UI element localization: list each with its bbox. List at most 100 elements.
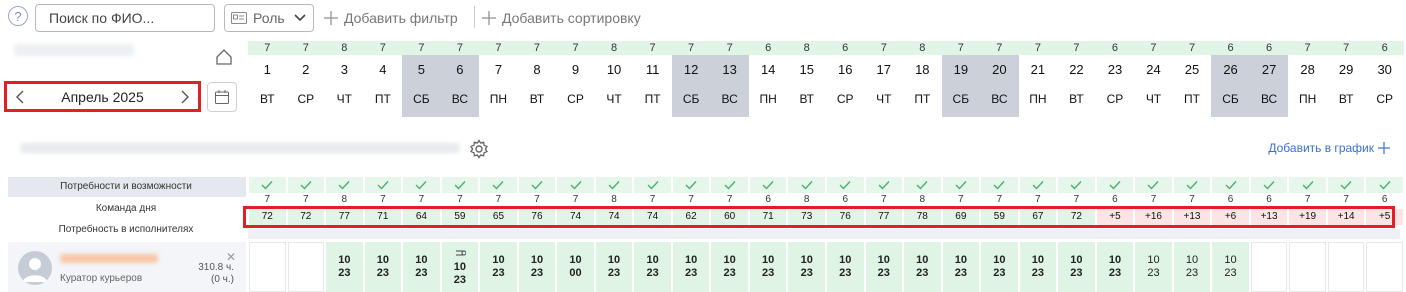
check-icon	[916, 181, 928, 190]
shift-start: 10	[684, 254, 698, 266]
gear-icon[interactable]	[469, 139, 489, 159]
day-column[interactable]: 7 25 ПТ	[1172, 41, 1212, 117]
check-icon	[531, 181, 543, 190]
day-number: 25	[1184, 62, 1200, 77]
check-cell	[480, 177, 517, 193]
shift-cell[interactable]: 10 23	[1019, 242, 1057, 292]
day-column[interactable]: 6 26 СБ	[1211, 41, 1250, 117]
shift-cell[interactable]: 10 23	[364, 242, 402, 292]
shift-cell[interactable]: 10 23	[865, 242, 903, 292]
day-column[interactable]: 7 11 ПТ	[633, 41, 672, 117]
check-icon	[801, 181, 813, 190]
team-count-cell: 7	[572, 194, 579, 205]
day-number: 26	[1211, 55, 1250, 85]
day-column[interactable]: 7 19 СБ	[941, 41, 981, 117]
close-icon[interactable]: ✕	[226, 250, 236, 264]
shift-cell[interactable]: 10 23	[1096, 242, 1134, 292]
shift-cell[interactable]: 10 23	[672, 242, 710, 292]
shift-cell[interactable]: 10 23	[981, 242, 1018, 292]
day-of-week: ВТ	[1338, 92, 1354, 106]
shift-cell[interactable]: 10 23	[1212, 242, 1249, 292]
day-column[interactable]: 7 1 ВТ	[248, 41, 287, 117]
day-column[interactable]: 7 4 ПТ	[363, 41, 403, 117]
day-number: 11	[645, 62, 660, 77]
day-column[interactable]: 7 6 ВС	[440, 41, 480, 117]
day-column[interactable]: 7 12 СБ	[671, 41, 711, 117]
shift-cell[interactable]: 10 23	[1135, 242, 1172, 292]
shift-cell[interactable]: 10 23	[441, 242, 479, 292]
chevron-left-icon[interactable]	[15, 90, 25, 104]
check-row	[248, 177, 1404, 193]
day-of-week: СР	[1376, 92, 1393, 106]
day-column[interactable]: 6 16 СР	[825, 41, 865, 117]
day-column[interactable]: 8 10 ЧТ	[594, 41, 634, 117]
day-number: 22	[1069, 62, 1084, 77]
day-of-week: ПН	[1298, 92, 1317, 106]
shift-cell[interactable]: 10 23	[403, 242, 440, 292]
day-column[interactable]: 7 2 СР	[286, 41, 326, 117]
shift-cell[interactable]	[249, 242, 286, 292]
day-column[interactable]: 7 8 ВТ	[517, 41, 557, 117]
day-column[interactable]: 7 24 ЧТ	[1134, 41, 1173, 117]
add-filter-button[interactable]: Добавить фильтр	[324, 4, 458, 32]
day-column[interactable]: 7 29 ВТ	[1326, 41, 1366, 117]
role-filter-dropdown[interactable]: Роль	[224, 4, 314, 32]
check-icon	[570, 181, 582, 190]
day-of-week: ПТ	[914, 92, 931, 106]
shift-start: 10	[607, 254, 621, 266]
shift-cell[interactable]: 10 23	[711, 242, 748, 292]
day-column[interactable]: 7 20 ВС	[980, 41, 1019, 117]
shift-end: 23	[916, 267, 929, 279]
chevron-right-icon[interactable]	[180, 90, 190, 104]
day-column[interactable]: 6 30 СР	[1365, 41, 1404, 117]
day-column[interactable]: 7 5 СБ	[402, 41, 441, 117]
day-column[interactable]: 7 7 ПН	[479, 41, 518, 117]
shift-cell[interactable]: 10 23	[1173, 242, 1211, 292]
day-column[interactable]: 8 15 ВТ	[787, 41, 826, 117]
day-of-week: ЧТ	[876, 92, 892, 106]
shift-cell[interactable]	[287, 242, 325, 292]
day-column[interactable]: 7 21 ПН	[1018, 41, 1058, 117]
shift-cell[interactable]: 10 23	[904, 242, 941, 292]
day-column[interactable]: 7 9 СР	[556, 41, 595, 117]
search-input[interactable]	[35, 4, 215, 32]
day-column[interactable]: 6 14 ПН	[748, 41, 788, 117]
help-icon[interactable]: ?	[8, 6, 28, 26]
add-sort-button[interactable]: Добавить сортировку	[482, 4, 641, 32]
shift-cell[interactable]: 10 23	[595, 242, 633, 292]
day-column[interactable]: 7 22 ВТ	[1057, 41, 1096, 117]
shift-cell[interactable]: 10 23	[749, 242, 787, 292]
month-switcher: Апрель 2025	[4, 81, 201, 112]
shift-cell[interactable]: 10 23	[634, 242, 671, 292]
shift-cell[interactable]: 10 23	[826, 242, 864, 292]
shift-cell[interactable]: 10 23	[1058, 242, 1095, 292]
check-icon	[1379, 181, 1391, 190]
home-icon[interactable]	[215, 48, 233, 66]
calendar-button[interactable]	[207, 82, 237, 112]
shift-cell[interactable]	[1250, 242, 1288, 292]
shift-cell[interactable]: 10 23	[788, 242, 825, 292]
add-filter-label: Добавить фильтр	[344, 10, 458, 26]
shift-cell[interactable]: 10 00	[557, 242, 594, 292]
day-of-week: ВС	[710, 85, 749, 117]
day-column[interactable]: 6 23 СР	[1095, 41, 1135, 117]
shift-cell[interactable]: 10 23	[326, 242, 363, 292]
shift-cell[interactable]	[1289, 242, 1326, 292]
shift-cell[interactable]: 10 23	[942, 242, 980, 292]
shift-cell[interactable]	[1366, 242, 1403, 292]
hours-sub: (0 ч.)	[211, 274, 234, 285]
day-column[interactable]: 7 13 ВС	[710, 41, 749, 117]
day-column[interactable]: 7 17 ЧТ	[864, 41, 904, 117]
shift-start: 10	[530, 254, 544, 266]
check-cell	[1096, 177, 1134, 193]
shift-cell[interactable]: 10 23	[518, 242, 556, 292]
shift-cell[interactable]	[1327, 242, 1365, 292]
team-count-cell: 8	[803, 194, 810, 205]
day-column[interactable]: 7 28 ПН	[1288, 41, 1327, 117]
check-icon	[261, 181, 273, 190]
shift-cell[interactable]: 10 23	[480, 242, 517, 292]
day-column[interactable]: 8 18 ПТ	[903, 41, 942, 117]
add-to-schedule-button[interactable]: Добавить в график	[1268, 141, 1390, 155]
day-column[interactable]: 8 3 ЧТ	[325, 41, 364, 117]
day-column[interactable]: 6 27 ВС	[1249, 41, 1289, 117]
